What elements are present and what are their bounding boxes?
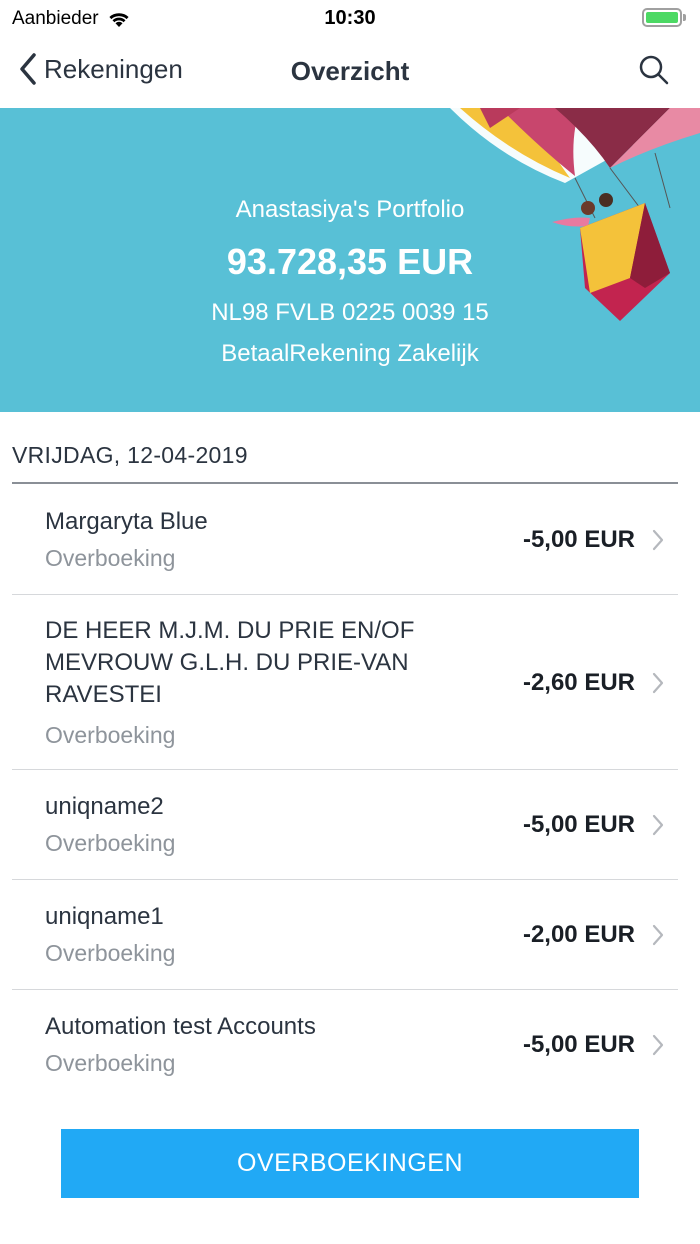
chevron-right-icon xyxy=(652,672,664,693)
transaction-type: Overboeking xyxy=(45,721,176,748)
transaction-amount: -5,00 EUR xyxy=(522,1031,635,1058)
transaction-name: Margaryta Blue xyxy=(45,507,208,535)
transaction-amount: -2,00 EUR xyxy=(522,921,635,948)
date-group-header: VRIJDAG, 12-04-2019 xyxy=(12,442,248,468)
battery-icon xyxy=(642,8,686,27)
transaction-amount: -2,60 EUR xyxy=(522,668,635,696)
transaction-row[interactable]: uniqname2 Overboeking -5,00 EUR xyxy=(0,770,700,880)
overboekingen-button[interactable]: OVERBOEKINGEN xyxy=(61,1129,639,1198)
chevron-right-icon xyxy=(652,529,664,550)
transaction-row[interactable]: uniqname1 Overboeking -2,00 EUR xyxy=(0,880,700,990)
account-header: Anastasiya's Portfolio 93.728,35 EUR NL9… xyxy=(0,108,700,412)
transaction-name: uniqname2 xyxy=(45,793,164,820)
account-balance: 93.728,35 EUR xyxy=(226,241,474,282)
transaction-name: Automation test Accounts xyxy=(45,1013,316,1040)
navigation-bar: Rekeningen Overzicht xyxy=(0,36,700,108)
transaction-amount: -5,00 EUR xyxy=(522,811,635,838)
chevron-right-icon xyxy=(652,924,664,946)
status-bar: Aanbieder 10:30 xyxy=(0,0,700,36)
transaction-row[interactable]: Automation test Accounts Overboeking -5,… xyxy=(0,990,700,1100)
portfolio-name: Anastasiya's Portfolio xyxy=(235,196,465,223)
transaction-type: Overboeking xyxy=(45,1050,176,1076)
chevron-left-icon xyxy=(20,53,36,85)
back-button[interactable]: Rekeningen xyxy=(18,52,183,86)
transaction-type: Overboeking xyxy=(45,830,176,856)
transaction-type: Overboeking xyxy=(45,544,176,571)
transaction-list: Margaryta Blue Overboeking -5,00 EUR DE … xyxy=(0,484,700,1100)
transaction-name: DE HEER M.J.M. DU PRIE EN/OF MEVROUW G.L… xyxy=(45,616,415,708)
account-iban: NL98 FVLB 0225 0039 15 xyxy=(211,299,489,326)
chevron-right-icon xyxy=(652,1034,664,1056)
transaction-name: uniqname1 xyxy=(45,903,164,930)
account-type: BetaalRekening Zakelijk xyxy=(221,340,479,367)
transaction-row[interactable]: Margaryta Blue Overboeking -5,00 EUR xyxy=(0,484,700,595)
search-icon xyxy=(639,55,669,85)
transaction-amount: -5,00 EUR xyxy=(522,525,635,553)
transaction-row[interactable]: DE HEER M.J.M. DU PRIE EN/OF MEVROUW G.L… xyxy=(0,595,700,770)
transaction-type: Overboeking xyxy=(45,940,176,966)
search-button[interactable] xyxy=(638,54,670,91)
back-label: Rekeningen xyxy=(44,53,183,84)
status-time: 10:30 xyxy=(324,7,376,29)
chevron-right-icon xyxy=(652,814,664,836)
